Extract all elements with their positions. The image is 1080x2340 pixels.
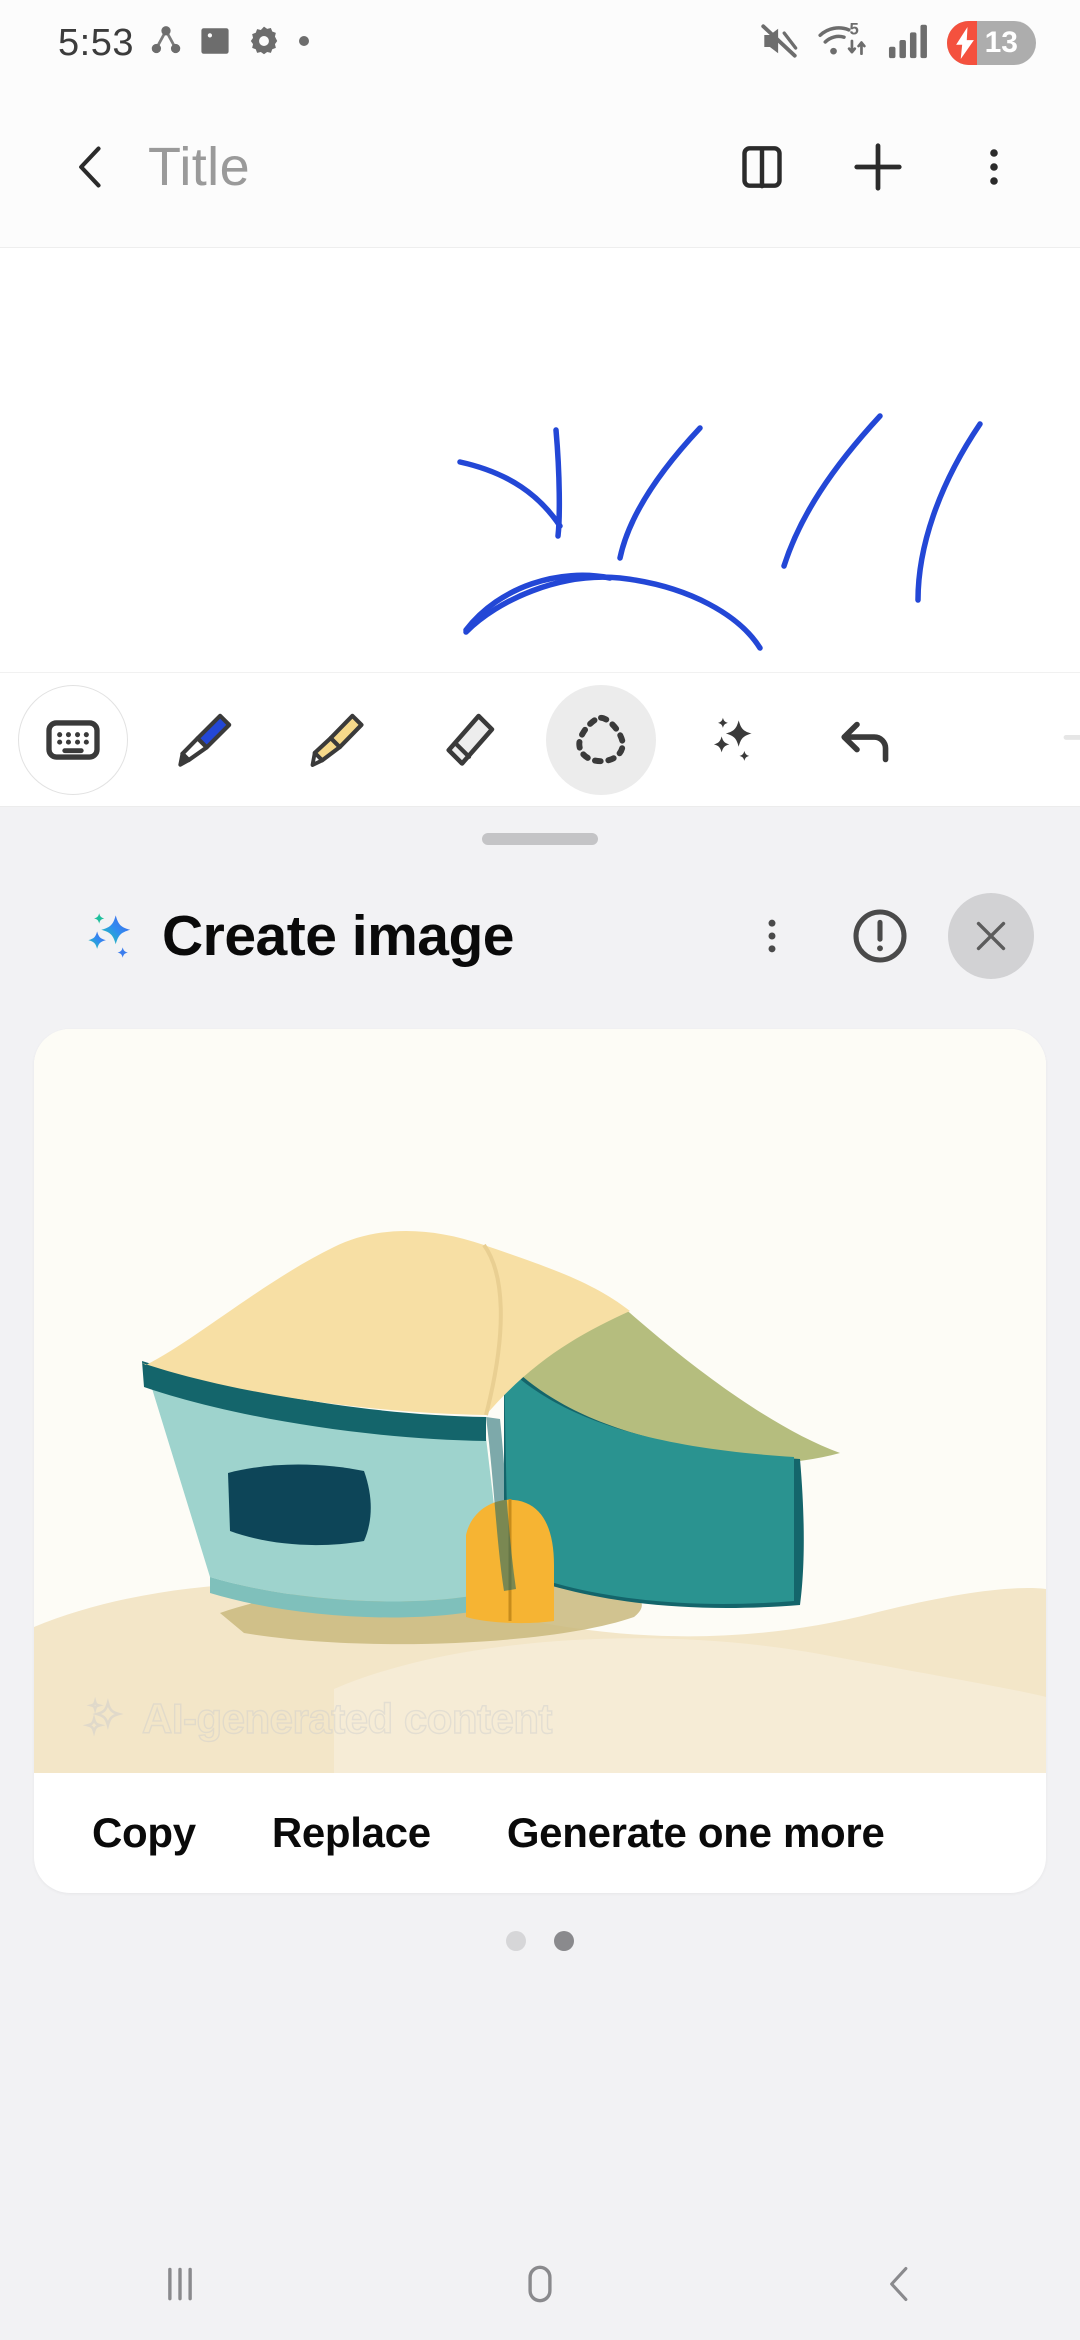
sheet-close-button[interactable]	[948, 893, 1034, 979]
info-exclamation-icon	[853, 909, 907, 963]
sheet-title: Create image	[162, 904, 515, 968]
ai-watermark: AI-generated content	[78, 1693, 553, 1745]
nav-back-button[interactable]	[720, 2228, 1080, 2340]
page-dot-2[interactable]	[554, 1931, 574, 1951]
keyboard-icon	[46, 719, 100, 760]
sparkle-outline-icon	[78, 1693, 130, 1745]
battery-level-text: 13	[984, 26, 1018, 59]
generated-image-card: AI-generated content Copy Replace Genera…	[34, 1029, 1046, 1893]
sun-sketch-drawing	[457, 413, 983, 651]
image-card-actions: Copy Replace Generate one more	[34, 1773, 1046, 1893]
battery-indicator: 13	[946, 21, 1036, 65]
sheet-more-button[interactable]	[732, 896, 812, 976]
create-image-sheet: Create image AI-generated content Copy R…	[0, 807, 1080, 2228]
settings-gear-icon	[246, 23, 282, 64]
more-vertical-icon	[990, 148, 998, 185]
status-bar-left: 5:53	[58, 22, 312, 65]
status-bar-right: 5 13	[758, 19, 1036, 68]
house-illustration	[34, 1029, 1046, 1773]
home-button[interactable]	[360, 2228, 720, 2340]
share-triangle-icon	[148, 23, 184, 64]
sheet-header: Create image	[0, 871, 1080, 1001]
highlighter-icon	[310, 713, 364, 767]
ai-sparkle-icon	[78, 905, 140, 967]
wifi-icon: 5	[817, 19, 871, 68]
pen-icon	[178, 713, 232, 767]
app-bar: Title	[0, 86, 1080, 248]
mute-icon	[758, 20, 800, 67]
note-title[interactable]: Title	[148, 136, 250, 198]
ai-tool[interactable]	[678, 685, 788, 795]
replace-button[interactable]: Replace	[234, 1809, 469, 1857]
ai-watermark-text: AI-generated content	[141, 1694, 553, 1742]
undo-arrow-icon	[841, 721, 889, 762]
home-icon	[528, 2265, 552, 2303]
redo-tool[interactable]	[1054, 712, 1080, 768]
app-bar-actions	[722, 127, 1034, 207]
back-chevron-icon	[890, 2267, 908, 2301]
pen-tool[interactable]	[150, 685, 260, 795]
gallery-icon	[198, 24, 232, 63]
cellular-signal-icon	[888, 21, 930, 66]
book-icon	[742, 145, 782, 188]
sheet-info-button[interactable]	[840, 896, 920, 976]
page-dot-1[interactable]	[506, 1931, 526, 1951]
selection-tool[interactable]	[546, 684, 656, 795]
redo-arrow-icon	[1063, 734, 1080, 740]
sheet-handle-area[interactable]	[0, 807, 1080, 871]
battery-charging-bolt-icon	[947, 27, 983, 59]
recents-icon	[168, 2267, 192, 2301]
more-vertical-icon	[768, 919, 776, 953]
page-indicator	[0, 1893, 1080, 1989]
eraser-icon	[446, 713, 495, 766]
plus-icon	[854, 142, 902, 191]
eraser-tool[interactable]	[414, 685, 524, 795]
highlighter-tool[interactable]	[282, 685, 392, 795]
lasso-select-icon	[576, 714, 626, 764]
back-chevron-icon	[79, 146, 101, 187]
generated-image[interactable]: AI-generated content	[34, 1029, 1046, 1773]
system-nav-bar	[0, 2228, 1080, 2340]
drag-handle[interactable]	[482, 833, 598, 845]
svg-text:5: 5	[849, 19, 858, 38]
status-clock: 5:53	[58, 21, 134, 64]
recents-button[interactable]	[0, 2228, 360, 2340]
status-bar: 5:53 5 13	[0, 0, 1080, 86]
generate-one-more-button[interactable]: Generate one more	[469, 1809, 923, 1857]
dot-indicator-icon	[296, 33, 312, 54]
phone-screen: 5:53 5 13 Title Create image AI-generate…	[0, 0, 1080, 2340]
drawing-toolbar	[0, 672, 1080, 807]
note-canvas[interactable]	[0, 248, 1080, 672]
keyboard-tool[interactable]	[18, 684, 128, 795]
back-button[interactable]	[56, 131, 128, 203]
sparkle-icon	[713, 717, 752, 761]
more-options-button[interactable]	[954, 127, 1034, 207]
reading-mode-button[interactable]	[722, 127, 802, 207]
undo-tool[interactable]	[810, 685, 920, 795]
sheet-actions	[732, 893, 1034, 979]
copy-button[interactable]: Copy	[54, 1809, 234, 1857]
close-x-icon	[976, 921, 1006, 951]
add-button[interactable]	[838, 127, 918, 207]
